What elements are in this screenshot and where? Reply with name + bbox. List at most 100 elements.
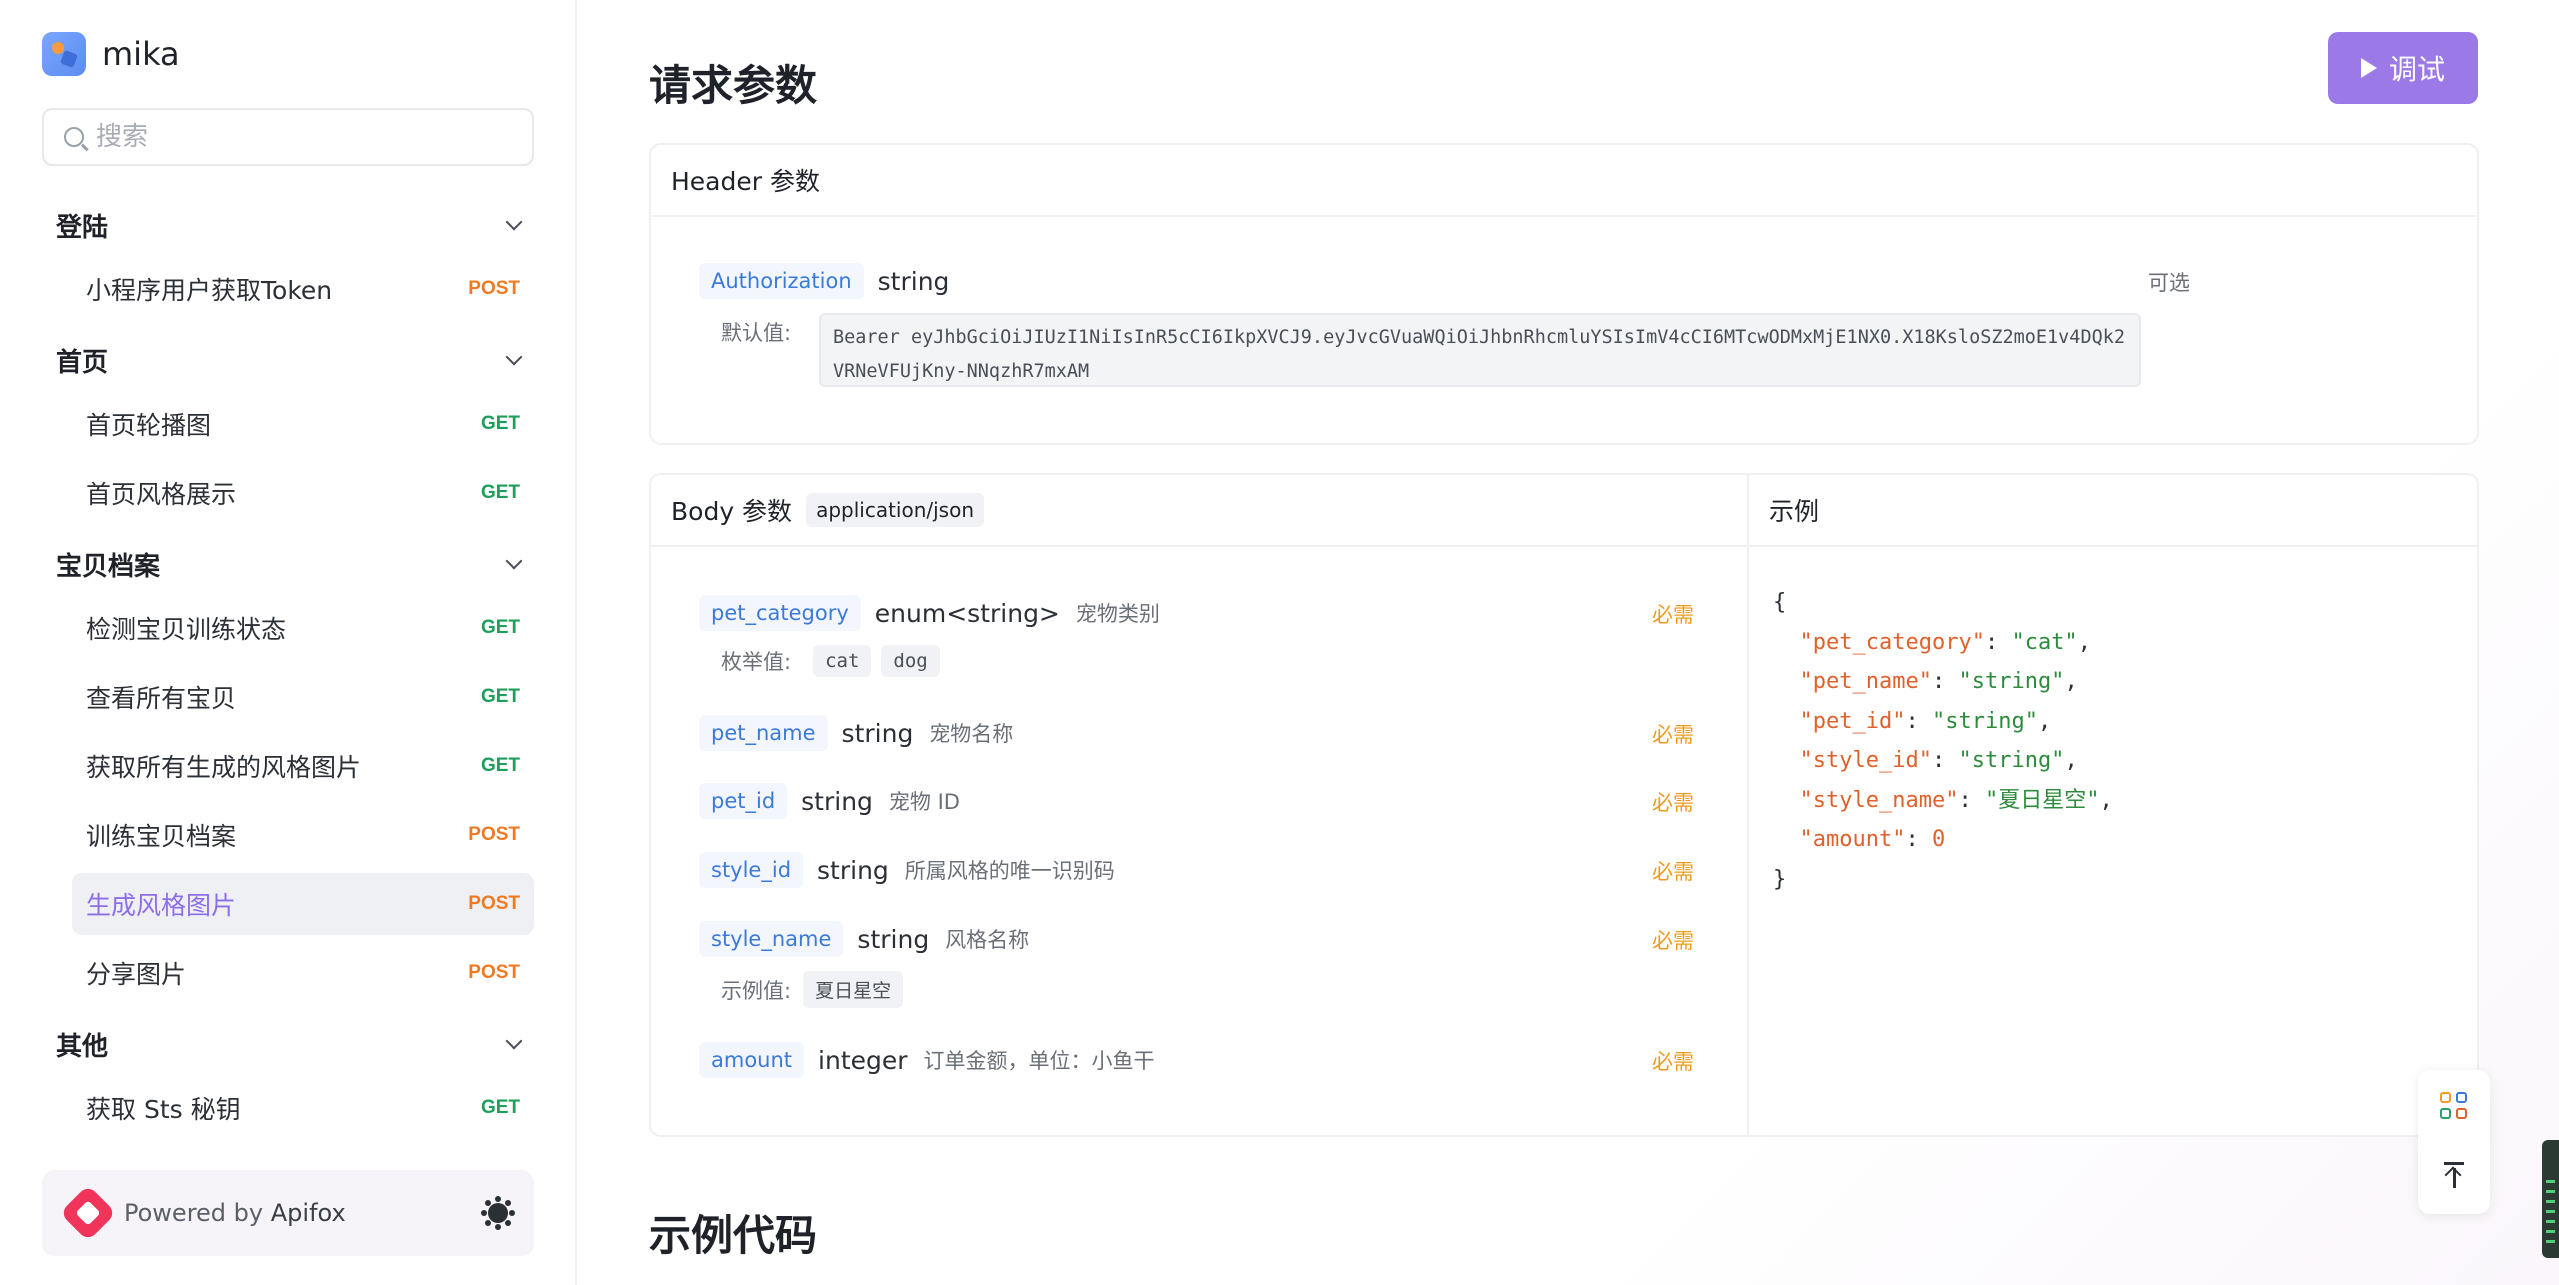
sidebar: mika 登陆 小程序用户获取Token POST 首页 首页轮播图 GET 首… <box>0 0 577 1285</box>
search-box[interactable] <box>42 108 534 166</box>
brand-logo-icon <box>42 32 86 76</box>
nav-item-label: 训练宝贝档案 <box>86 822 237 851</box>
enum-label: 枚举值: <box>721 650 792 674</box>
optional-badge: 可选 <box>2148 271 2190 295</box>
param-name[interactable]: Authorization <box>699 263 864 299</box>
default-value: Bearer eyJhbGciOiJIUzI1NiIsInR5cCI6IkpXV… <box>819 313 2141 387</box>
nav-item[interactable]: 查看所有宝贝 GET <box>72 666 534 728</box>
header-params-heading: Header 参数 <box>651 145 2477 217</box>
json-key: "style_id" <box>1799 748 1932 773</box>
nav-group-home[interactable]: 首页 <box>42 327 534 393</box>
enum-values: 枚举值: cat dog <box>721 645 940 677</box>
theme-toggle-sun-icon[interactable] <box>488 1203 508 1223</box>
param-row: pet_id string 宠物 ID <box>699 783 960 819</box>
json-brace: { <box>1773 590 1787 615</box>
chevron-down-icon[interactable] <box>505 1032 523 1050</box>
debug-button[interactable]: 调试 <box>2328 32 2478 104</box>
nav-item[interactable]: 首页轮播图 GET <box>72 393 534 455</box>
json-key: "pet_name" <box>1799 669 1932 694</box>
param-name[interactable]: style_id <box>699 852 804 888</box>
required-badge: 必需 <box>1652 603 1694 627</box>
nav-item[interactable]: 获取 Sts 秘钥 GET <box>72 1077 534 1139</box>
search-input[interactable] <box>96 122 496 152</box>
brand[interactable]: mika <box>42 32 180 76</box>
nav-item[interactable]: 训练宝贝档案 POST <box>72 804 534 866</box>
nav-item-label: 获取 Sts 秘钥 <box>86 1095 241 1124</box>
nav-group-other[interactable]: 其他 <box>42 1011 534 1077</box>
enum-chip: dog <box>881 645 940 677</box>
method-badge: GET <box>480 686 520 707</box>
content-type-badge: application/json <box>806 493 985 527</box>
powered-prefix: Powered by <box>124 1199 264 1227</box>
chevron-down-icon[interactable] <box>505 552 523 570</box>
powered-by-apifox[interactable]: Powered by Apifox <box>42 1170 534 1256</box>
default-label: 默认值: <box>721 321 792 345</box>
nav-group-pet-profile[interactable]: 宝贝档案 <box>42 531 534 597</box>
example-values: 示例值: 夏日星空 <box>721 971 904 1008</box>
param-name[interactable]: pet_category <box>699 595 861 631</box>
back-to-top-icon[interactable] <box>2444 1162 2464 1188</box>
page-title: 请求参数 <box>649 61 818 110</box>
main-content: 请求参数 调试 Header 参数 Authorization string 可… <box>579 0 2559 1285</box>
nav-group-title: 登陆 <box>56 212 109 243</box>
body-params-title: Body 参数 <box>671 497 793 526</box>
nav-item-label: 首页轮播图 <box>86 411 212 440</box>
param-row: Authorization string <box>699 263 949 299</box>
param-name[interactable]: style_name <box>699 921 844 957</box>
nav-item-active[interactable]: 生成风格图片 POST <box>72 873 534 935</box>
example-chip: 夏日星空 <box>803 971 904 1008</box>
api-nav: 登陆 小程序用户获取Token POST 首页 首页轮播图 GET 首页风格展示… <box>42 192 534 1146</box>
param-name[interactable]: pet_name <box>699 715 828 751</box>
param-type: string <box>801 786 873 816</box>
nav-item-label: 查看所有宝贝 <box>86 684 237 713</box>
play-icon <box>2360 58 2377 78</box>
json-key: "pet_category" <box>1799 629 1985 655</box>
required-badge: 必需 <box>1652 860 1694 884</box>
apifox-logo-icon <box>59 1184 117 1242</box>
nav-group-login[interactable]: 登陆 <box>42 192 534 258</box>
required-badge: 必需 <box>1652 791 1694 815</box>
method-badge: GET <box>480 617 520 638</box>
example-label: 示例值: <box>721 978 792 1003</box>
param-name[interactable]: amount <box>699 1042 805 1078</box>
search-icon <box>64 127 84 147</box>
header-params-card: Header 参数 Authorization string 可选 默认值: B… <box>649 143 2479 445</box>
nav-item-label: 分享图片 <box>86 960 187 989</box>
required-badge: 必需 <box>1652 1050 1694 1074</box>
body-params-card: Body 参数 application/json 示例 pet_category… <box>649 473 2479 1137</box>
required-badge: 必需 <box>1652 723 1694 747</box>
nav-item[interactable]: 分享图片 POST <box>72 942 534 1004</box>
json-value: "夏日星空" <box>1984 787 2100 813</box>
enum-chip: cat <box>813 645 872 677</box>
nav-group-title: 宝贝档案 <box>56 551 161 582</box>
param-type: string <box>877 266 950 296</box>
json-value: "string" <box>1931 708 2038 734</box>
json-example: { "pet_category": "cat", "pet_name": "st… <box>1773 590 2113 892</box>
nav-item-label: 获取所有生成的风格图片 <box>86 753 362 782</box>
floating-toolbar <box>2418 1070 2490 1214</box>
method-badge: POST <box>468 278 520 299</box>
param-name[interactable]: pet_id <box>699 783 788 819</box>
divider <box>1747 475 1749 1135</box>
example-heading: 示例 <box>1749 475 2477 547</box>
param-row: style_name string 风格名称 <box>699 921 1029 957</box>
json-key: "pet_id" <box>1799 708 1906 734</box>
nav-item[interactable]: 小程序用户获取Token POST <box>72 258 534 320</box>
nav-item[interactable]: 获取所有生成的风格图片 GET <box>72 735 534 797</box>
nav-item[interactable]: 首页风格展示 GET <box>72 462 534 524</box>
nav-group-title: 首页 <box>56 347 109 378</box>
apps-grid-icon[interactable] <box>2440 1092 2468 1120</box>
side-widget-handle[interactable] <box>2542 1140 2559 1258</box>
param-row: style_id string 所属风格的唯一识别码 <box>699 852 1115 888</box>
powered-by-text: Powered by Apifox <box>124 1199 346 1227</box>
chevron-down-icon[interactable] <box>505 348 523 366</box>
nav-item[interactable]: 检测宝贝训练状态 GET <box>72 597 534 659</box>
method-badge: GET <box>480 1097 520 1118</box>
body-params-heading: Body 参数 application/json <box>651 475 1747 547</box>
param-desc: 宠物类别 <box>1075 602 1160 626</box>
param-row: pet_category enum<string> 宠物类别 <box>699 595 1160 631</box>
nav-group-title: 其他 <box>56 1031 109 1062</box>
method-badge: POST <box>468 962 520 983</box>
chevron-down-icon[interactable] <box>505 213 523 231</box>
param-desc: 风格名称 <box>945 928 1030 952</box>
